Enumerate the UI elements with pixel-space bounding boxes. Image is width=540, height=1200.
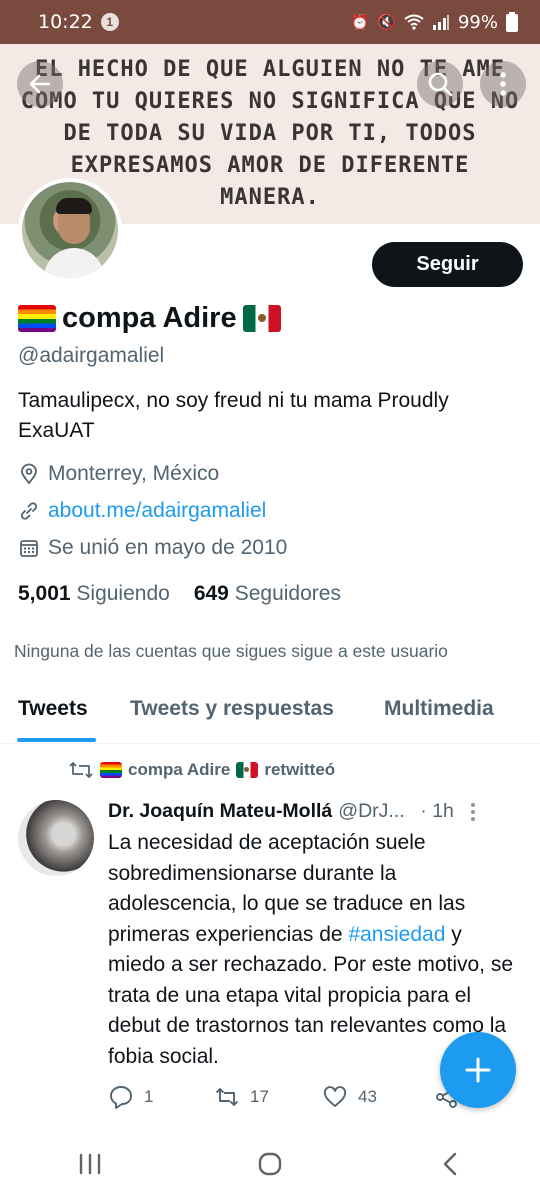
- compose-tweet-button[interactable]: [440, 1032, 516, 1108]
- profile-name: compa Adire: [62, 302, 237, 334]
- follow-counts: 5,001 Siguiendo 649 Seguidores: [18, 582, 341, 606]
- tab-tweets[interactable]: Tweets: [18, 697, 88, 721]
- tweet-actions: 1 17 43: [108, 1084, 460, 1110]
- tweet-hashtag[interactable]: #ansiedad: [348, 923, 445, 946]
- profile-tabs: Tweets Tweets y respuestas Multimedia: [0, 692, 540, 744]
- location-pin-icon: [21, 463, 37, 485]
- recent-apps-icon: [79, 1153, 101, 1175]
- retweeted-suffix: retwitteó: [264, 760, 336, 779]
- following-label: Siguiendo: [76, 582, 170, 605]
- tweet-author-avatar[interactable]: [18, 800, 94, 876]
- tweet-more-icon[interactable]: [470, 802, 476, 822]
- following-count: 5,001: [18, 582, 71, 605]
- alarm-icon: ⏰: [350, 14, 370, 31]
- tweet-author-handle: @DrJ...: [338, 800, 405, 822]
- rainbow-flag-icon: [18, 305, 56, 332]
- link-icon: [20, 502, 38, 520]
- compose-plus-icon: [465, 1057, 491, 1083]
- search-button[interactable]: [417, 61, 463, 107]
- rainbow-flag-icon: [100, 762, 122, 778]
- retweet-button[interactable]: 17: [214, 1084, 322, 1110]
- profile-website: about.me/adairgamaliel: [18, 499, 266, 523]
- profile-join-date: Se unió en mayo de 2010: [18, 536, 287, 560]
- join-date-text: Se unió en mayo de 2010: [48, 536, 288, 559]
- profile-avatar[interactable]: [18, 178, 122, 282]
- followers-label: Seguidores: [234, 582, 341, 605]
- status-icons: ⏰ 🔇 99%: [351, 12, 518, 33]
- reply-count: 1: [144, 1087, 154, 1106]
- avatar-shirt: [44, 248, 104, 278]
- wifi-icon: [404, 14, 424, 30]
- following-link[interactable]: 5,001 Siguiendo: [18, 582, 170, 606]
- nav-back-icon: [443, 1152, 457, 1176]
- back-button[interactable]: [17, 61, 63, 107]
- mexico-flag-icon: [242, 305, 281, 332]
- battery-icon: [506, 12, 518, 32]
- followers-count: 649: [193, 582, 229, 605]
- notification-count-badge: 1: [100, 13, 119, 31]
- tweet-header: Dr. Joaquín Mateu-Mollá @DrJ... · 1h: [108, 800, 528, 823]
- mutual-followers-note: Ninguna de las cuentas que sigues sigue …: [14, 641, 448, 661]
- home-icon: [258, 1152, 282, 1176]
- tweet-text: La necesidad de aceptación suele sobredi…: [108, 828, 518, 1072]
- followers-link[interactable]: 649 Seguidores: [194, 582, 341, 606]
- retweet-icon: [215, 1088, 239, 1106]
- signal-icon: [432, 15, 449, 30]
- tab-tweets-and-replies[interactable]: Tweets y respuestas: [130, 697, 334, 721]
- tweet-time: · 1h: [420, 800, 454, 822]
- active-tab-indicator: [17, 738, 96, 742]
- profile-bio: Tamaulipecx, no soy freud ni tu mama Pro…: [18, 389, 449, 442]
- retweet-context[interactable]: compa Adire retwitteó: [68, 760, 335, 780]
- status-time: 10:22: [38, 11, 93, 33]
- recent-apps-button[interactable]: [60, 1144, 120, 1184]
- retweet-count: 17: [250, 1087, 269, 1106]
- avatar-hair: [56, 198, 92, 214]
- follow-button[interactable]: Seguir: [372, 242, 523, 287]
- calendar-icon: [20, 540, 38, 557]
- search-icon: [428, 72, 453, 97]
- website-link[interactable]: about.me/adairgamaliel: [48, 499, 266, 523]
- mexico-flag-icon: [236, 762, 259, 778]
- home-button[interactable]: [240, 1144, 300, 1184]
- like-count: 43: [358, 1087, 377, 1106]
- tab-media[interactable]: Multimedia: [384, 697, 494, 721]
- profile-location: Monterrey, México: [18, 462, 219, 486]
- like-icon: [323, 1086, 347, 1107]
- more-vertical-icon: [500, 72, 506, 96]
- battery-percent: 99%: [457, 11, 498, 33]
- tweet-author-name[interactable]: Dr. Joaquín Mateu-Mollá: [108, 800, 332, 823]
- back-arrow-icon: [29, 74, 51, 94]
- like-button[interactable]: 43: [322, 1084, 434, 1110]
- nav-back-button[interactable]: [420, 1144, 480, 1184]
- retweeted-by-name: compa Adire: [128, 760, 231, 779]
- profile-name-row: compa Adire: [18, 302, 281, 335]
- reply-icon: [110, 1086, 132, 1109]
- location-text: Monterrey, México: [48, 462, 220, 485]
- mute-icon: 🔇: [377, 14, 396, 31]
- status-bar: 10:22 1 ⏰ 🔇 99%: [0, 0, 540, 44]
- retweet-icon: [69, 762, 93, 778]
- profile-handle: @adairgamaliel: [18, 344, 165, 367]
- more-options-button[interactable]: [480, 61, 526, 107]
- system-nav-bar: [0, 1128, 540, 1200]
- reply-button[interactable]: 1: [108, 1084, 214, 1110]
